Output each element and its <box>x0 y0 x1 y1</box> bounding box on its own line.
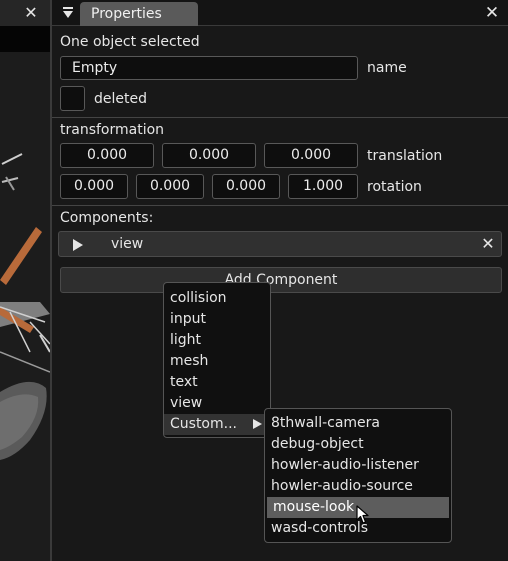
menu-item-input[interactable]: input <box>164 309 270 330</box>
selection-status: One object selected <box>60 34 200 50</box>
add-component-button[interactable]: Add Component <box>60 267 502 293</box>
rotation-w-input[interactable]: 1.000 <box>288 174 358 199</box>
menu-item-custom[interactable]: Custom... <box>164 414 270 435</box>
viewport-toolbar <box>0 26 50 52</box>
separator <box>52 117 508 118</box>
component-view-header[interactable]: view ✕ <box>58 231 502 257</box>
expand-play-icon[interactable] <box>73 239 83 251</box>
deleted-checkbox[interactable] <box>60 86 85 111</box>
scene-viewport[interactable]: ✕ <box>0 0 50 561</box>
rotation-x-input[interactable]: 0.000 <box>60 174 128 199</box>
properties-titlebar: Properties ✕ <box>52 0 508 26</box>
rotation-label: rotation <box>367 179 422 195</box>
translation-label: translation <box>367 148 443 164</box>
close-icon[interactable]: ✕ <box>482 3 502 23</box>
translation-z-input[interactable]: 0.000 <box>264 143 358 168</box>
submenu-item-8thwall-camera[interactable]: 8thwall-camera <box>265 413 451 434</box>
viewport-close-icon[interactable]: ✕ <box>22 4 40 22</box>
separator <box>52 205 508 206</box>
name-input[interactable]: Empty <box>60 56 358 80</box>
transformation-heading: transformation <box>60 122 165 138</box>
menu-item-mesh[interactable]: mesh <box>164 351 270 372</box>
submenu-item-howler-audio-listener[interactable]: howler-audio-listener <box>265 455 451 476</box>
submenu-arrow-icon <box>253 419 262 429</box>
scene-render <box>0 52 50 561</box>
translation-y-input[interactable]: 0.000 <box>162 143 256 168</box>
rotation-y-input[interactable]: 0.000 <box>136 174 204 199</box>
viewport-titlebar: ✕ <box>0 0 50 26</box>
collapse-arrow-icon[interactable] <box>60 5 76 21</box>
deleted-label: deleted <box>94 91 147 107</box>
rotation-z-input[interactable]: 0.000 <box>212 174 280 199</box>
name-label: name <box>367 60 407 76</box>
tab-properties-label: Properties <box>91 6 162 22</box>
component-view-title: view <box>111 236 144 252</box>
component-type-menu: collision input light mesh text view Cus… <box>163 282 271 438</box>
menu-item-custom-label: Custom... <box>170 416 237 432</box>
menu-item-collision[interactable]: collision <box>164 288 270 309</box>
submenu-item-debug-object[interactable]: debug-object <box>265 434 451 455</box>
remove-component-icon[interactable]: ✕ <box>478 234 498 254</box>
submenu-item-howler-audio-source[interactable]: howler-audio-source <box>265 476 451 497</box>
tab-properties[interactable]: Properties <box>80 2 198 26</box>
menu-item-text[interactable]: text <box>164 372 270 393</box>
menu-item-light[interactable]: light <box>164 330 270 351</box>
menu-item-view[interactable]: view <box>164 393 270 414</box>
translation-x-input[interactable]: 0.000 <box>60 143 154 168</box>
components-heading: Components: <box>60 210 154 226</box>
mouse-pointer-icon <box>356 505 369 524</box>
